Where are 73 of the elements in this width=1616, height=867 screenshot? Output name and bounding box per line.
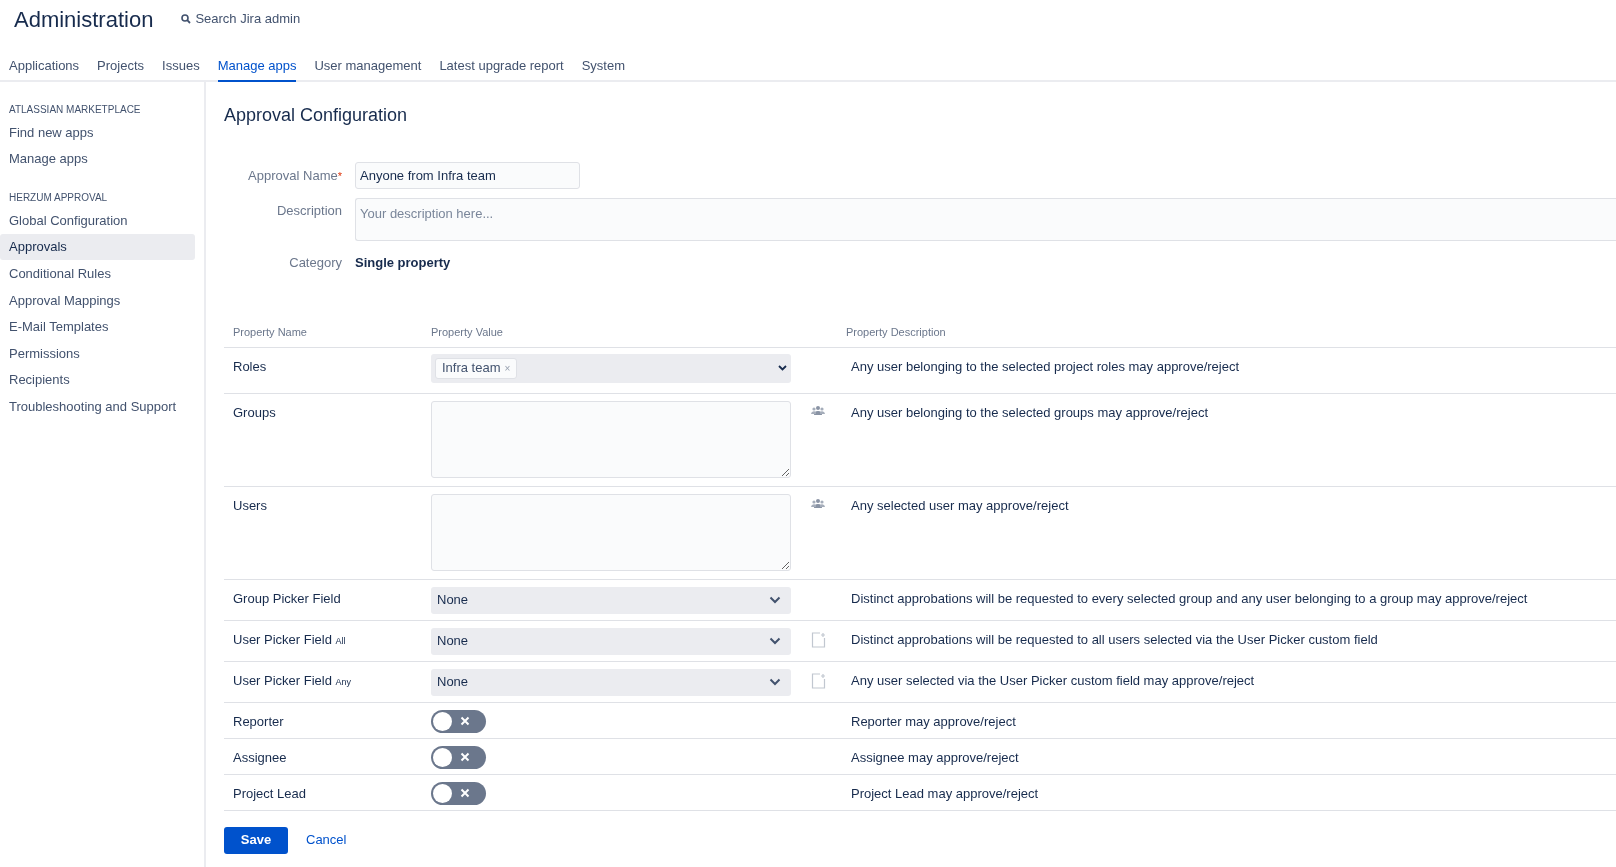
section-title: Approval Configuration — [224, 104, 409, 127]
toggle-switch[interactable] — [431, 745, 486, 769]
nav-tab[interactable]: User management — [314, 55, 422, 82]
property-name: Groups — [233, 404, 276, 420]
cross-icon — [460, 752, 470, 762]
cross-icon — [460, 788, 470, 798]
nav-tab[interactable]: Latest upgrade report — [439, 55, 564, 82]
note-add-icon — [811, 631, 826, 648]
category-value: Single property — [355, 254, 451, 272]
sidebar-heading: ATLASSIAN MARKETPLACE — [8, 103, 142, 117]
property-description: Assignee may approve/reject — [851, 749, 1019, 765]
nav-tab[interactable]: Manage apps — [217, 55, 297, 82]
sidebar-heading: HERZUM APPROVAL — [8, 191, 109, 206]
property-name: Assignee — [233, 749, 287, 765]
note-add-icon — [811, 672, 826, 689]
select-dropdown[interactable]: None — [431, 627, 791, 655]
sidebar-item[interactable]: Troubleshooting and Support — [0, 393, 195, 420]
save-button[interactable]: Save — [224, 826, 288, 854]
toggle-switch[interactable] — [431, 709, 486, 733]
nav-tab[interactable]: Issues — [162, 55, 200, 82]
column-header: Property Value — [431, 325, 504, 341]
sidebar-item[interactable]: Manage apps — [0, 145, 195, 173]
nav-tab[interactable]: Projects — [97, 55, 145, 82]
property-name: Group Picker Field — [233, 590, 341, 606]
input-field[interactable]: Anyone from Infra team — [355, 162, 580, 189]
property-name: Users — [233, 497, 267, 513]
textarea-field[interactable] — [431, 400, 791, 478]
multi-select-field[interactable]: Infra team × — [431, 353, 791, 383]
property-description: Any user belonging to the selected groups may approve/reject — [851, 404, 1208, 420]
nav-tab[interactable]: Applications — [9, 55, 80, 82]
cross-icon — [460, 716, 470, 726]
chevron-down-icon — [769, 637, 781, 645]
nav-tab[interactable]: System — [581, 55, 626, 82]
property-name: Reporter — [233, 713, 284, 729]
field-label: Approval Name* — [247, 166, 342, 185]
people-icon — [811, 497, 825, 508]
sidebar-item[interactable]: Find new apps — [0, 119, 195, 146]
property-name: User Picker Field All — [233, 631, 346, 647]
sidebar-item[interactable]: Permissions — [0, 340, 195, 367]
sidebar-item[interactable]: E-Mail Templates — [0, 313, 195, 341]
search-icon — [181, 14, 192, 24]
people-icon — [811, 404, 825, 415]
property-name: User Picker Field Any — [233, 672, 352, 688]
property-description: Distinct approbations will be requested to every selected group and any user belonging to a group may approve/reject — [851, 590, 1528, 606]
column-header: Property Name — [232, 325, 308, 341]
property-description: Project Lead may approve/reject — [851, 785, 1039, 801]
field-label: Category — [288, 254, 342, 272]
search-link[interactable]: Search Jira admin — [181, 9, 301, 29]
chevron-down-icon — [769, 596, 781, 604]
property-name: Roles — [233, 358, 267, 374]
select-dropdown[interactable]: None — [431, 668, 791, 696]
sidebar-item[interactable]: Conditional Rules — [0, 260, 195, 287]
select-dropdown[interactable]: None — [431, 586, 791, 614]
page-heading: Administration — [14, 5, 154, 34]
property-description: Any user selected via the User Picker custom field may approve/reject — [851, 672, 1255, 688]
sidebar-item[interactable]: Approval Mappings — [0, 286, 195, 314]
property-description: Any user belonging to the selected project roles may approve/reject — [851, 358, 1240, 374]
property-name: Project Lead — [233, 785, 306, 801]
property-description: Reporter may approve/reject — [851, 713, 1016, 729]
textarea-field[interactable] — [431, 493, 791, 571]
description-field[interactable]: Your description here... — [355, 198, 1616, 241]
chevron-down-icon — [769, 678, 781, 686]
sidebar-item[interactable]: Global Configuration — [0, 207, 195, 234]
column-header: Property Description — [846, 325, 946, 341]
sidebar-item[interactable]: Recipients — [0, 366, 195, 394]
sidebar-item[interactable]: Approvals — [0, 233, 195, 261]
property-description: Any selected user may approve/reject — [851, 497, 1069, 513]
chevron-down-icon — [778, 365, 787, 371]
tag: Infra team × — [435, 357, 518, 379]
field-label: Description — [275, 202, 342, 220]
property-description: Distinct approbations will be requested to all users selected via the User Picker custom field — [851, 631, 1378, 647]
cancel-link[interactable]: Cancel — [306, 830, 347, 850]
toggle-switch[interactable] — [431, 781, 486, 805]
